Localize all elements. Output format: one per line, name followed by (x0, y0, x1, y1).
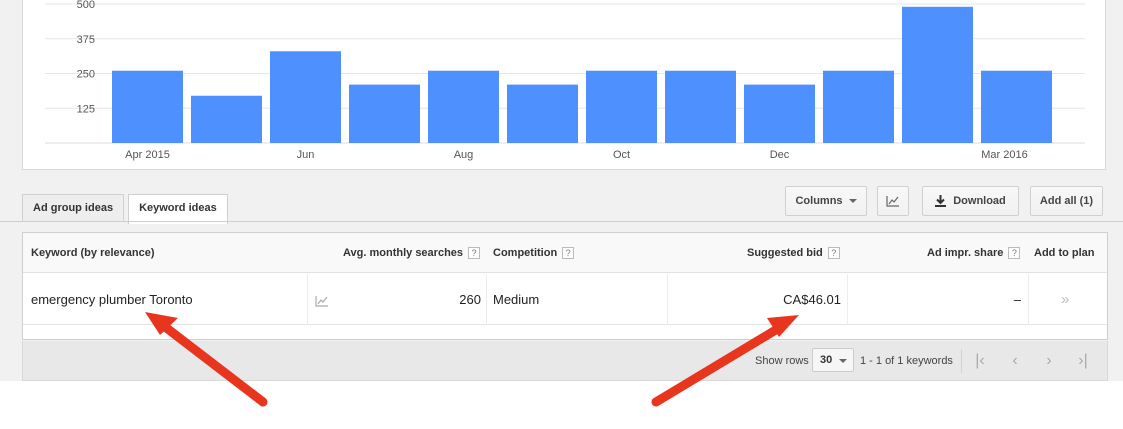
help-icon[interactable]: ? (468, 247, 481, 260)
monthly-searches-chart: 125 250 375 500 Apr 2015 Jun Aug Oct Dec Mar 2016 (45, 0, 1085, 161)
column-divider (486, 274, 487, 325)
add-to-plan-icon[interactable]: » (1061, 274, 1069, 325)
header-avg-monthly-searches[interactable]: Avg. monthly searches? (343, 233, 481, 273)
line-chart-icon (886, 196, 899, 207)
header-suggested-bid[interactable]: Suggested bid? (747, 233, 840, 273)
bar-jul[interactable] (349, 84, 420, 143)
tabs-divider (0, 221, 1123, 222)
first-page-icon[interactable]: |‹ (968, 349, 992, 373)
header-competition[interactable]: Competition? (493, 233, 575, 273)
table-row: emergency plumber Toronto 260 Medium CA$… (23, 274, 1107, 325)
download-label: Download (953, 195, 1006, 207)
prev-page-icon[interactable]: ‹ (1003, 349, 1027, 373)
ad-impr-share-cell: – (1013, 292, 1021, 307)
results-tabs: Ad group ideas Keyword ideas (22, 194, 232, 224)
bar-jun[interactable] (270, 51, 341, 144)
keyword-table: Keyword (by relevance) Avg. monthly sear… (22, 232, 1108, 340)
x-tick-label: Aug (454, 149, 474, 161)
header-ad-impr-share[interactable]: Ad impr. share? (927, 233, 1021, 273)
suggested-bid-cell: CA$46.01 (783, 292, 841, 307)
bar-sep[interactable] (507, 84, 578, 143)
bar-aug[interactable] (428, 70, 499, 143)
pager-divider (961, 349, 962, 373)
help-icon[interactable]: ? (562, 247, 575, 260)
tab-ad-group-ideas[interactable]: Ad group ideas (22, 194, 125, 222)
pagination-range: 1 - 1 of 1 keywords (860, 355, 953, 367)
keyword-trend-icon[interactable] (315, 274, 329, 325)
y-tick-label: 500 (77, 0, 95, 11)
chart-toggle-button[interactable] (877, 186, 909, 216)
results-toolbar: Ad group ideas Keyword ideas Columns Dow… (0, 170, 1123, 224)
download-button[interactable]: Download (922, 186, 1019, 216)
bar-may[interactable] (191, 95, 262, 143)
chevron-down-icon (839, 359, 847, 363)
column-divider (307, 274, 308, 325)
column-divider (1028, 274, 1029, 325)
x-tick-label: Dec (770, 149, 790, 161)
x-tick-label: Oct (613, 149, 630, 161)
column-divider (847, 274, 848, 325)
bar-dec[interactable] (744, 84, 815, 143)
add-all-button[interactable]: Add all (1) (1030, 186, 1103, 216)
show-rows-label: Show rows (755, 355, 809, 367)
table-header: Keyword (by relevance) Avg. monthly sear… (23, 233, 1107, 273)
header-add-to-plan: Add to plan (1034, 247, 1095, 259)
rows-per-page-value: 30 (820, 354, 833, 366)
avg-monthly-searches-cell: 260 (459, 292, 481, 307)
chevron-down-icon (848, 199, 857, 203)
rows-per-page-select[interactable]: 30 (812, 348, 854, 372)
columns-label: Columns (795, 195, 843, 207)
download-icon (935, 195, 947, 207)
page-background (0, 381, 1123, 429)
keyword-cell: emergency plumber Toronto (31, 292, 193, 307)
bar-oct[interactable] (586, 70, 657, 143)
y-tick-label: 375 (77, 34, 95, 46)
bar-nov[interactable] (665, 70, 736, 143)
competition-cell: Medium (493, 292, 540, 307)
help-icon[interactable]: ? (1008, 247, 1021, 260)
column-divider (667, 274, 668, 325)
trend-chart-panel: 125 250 375 500 Apr 2015 Jun Aug Oct Dec Mar 2016 (22, 0, 1106, 170)
bar-apr-2015[interactable] (112, 70, 183, 143)
columns-button[interactable]: Columns (785, 186, 867, 216)
last-page-icon[interactable]: ›| (1071, 349, 1095, 373)
bar-feb[interactable] (902, 6, 973, 144)
help-icon[interactable]: ? (827, 247, 840, 260)
bar-jan[interactable] (823, 70, 894, 143)
y-tick-label: 250 (77, 69, 95, 81)
x-tick-label: Jun (297, 149, 315, 161)
pagination-bar: Show rows 30 1 - 1 of 1 keywords |‹ ‹ › … (22, 341, 1108, 381)
x-tick-label: Apr 2015 (125, 149, 170, 161)
y-tick-label: 125 (77, 103, 95, 115)
bar-mar-2016[interactable] (981, 70, 1052, 143)
tab-keyword-ideas[interactable]: Keyword ideas (128, 194, 228, 224)
header-keyword[interactable]: Keyword (by relevance) (31, 233, 155, 273)
x-tick-label: Mar 2016 (981, 149, 1027, 161)
next-page-icon[interactable]: › (1037, 349, 1061, 373)
